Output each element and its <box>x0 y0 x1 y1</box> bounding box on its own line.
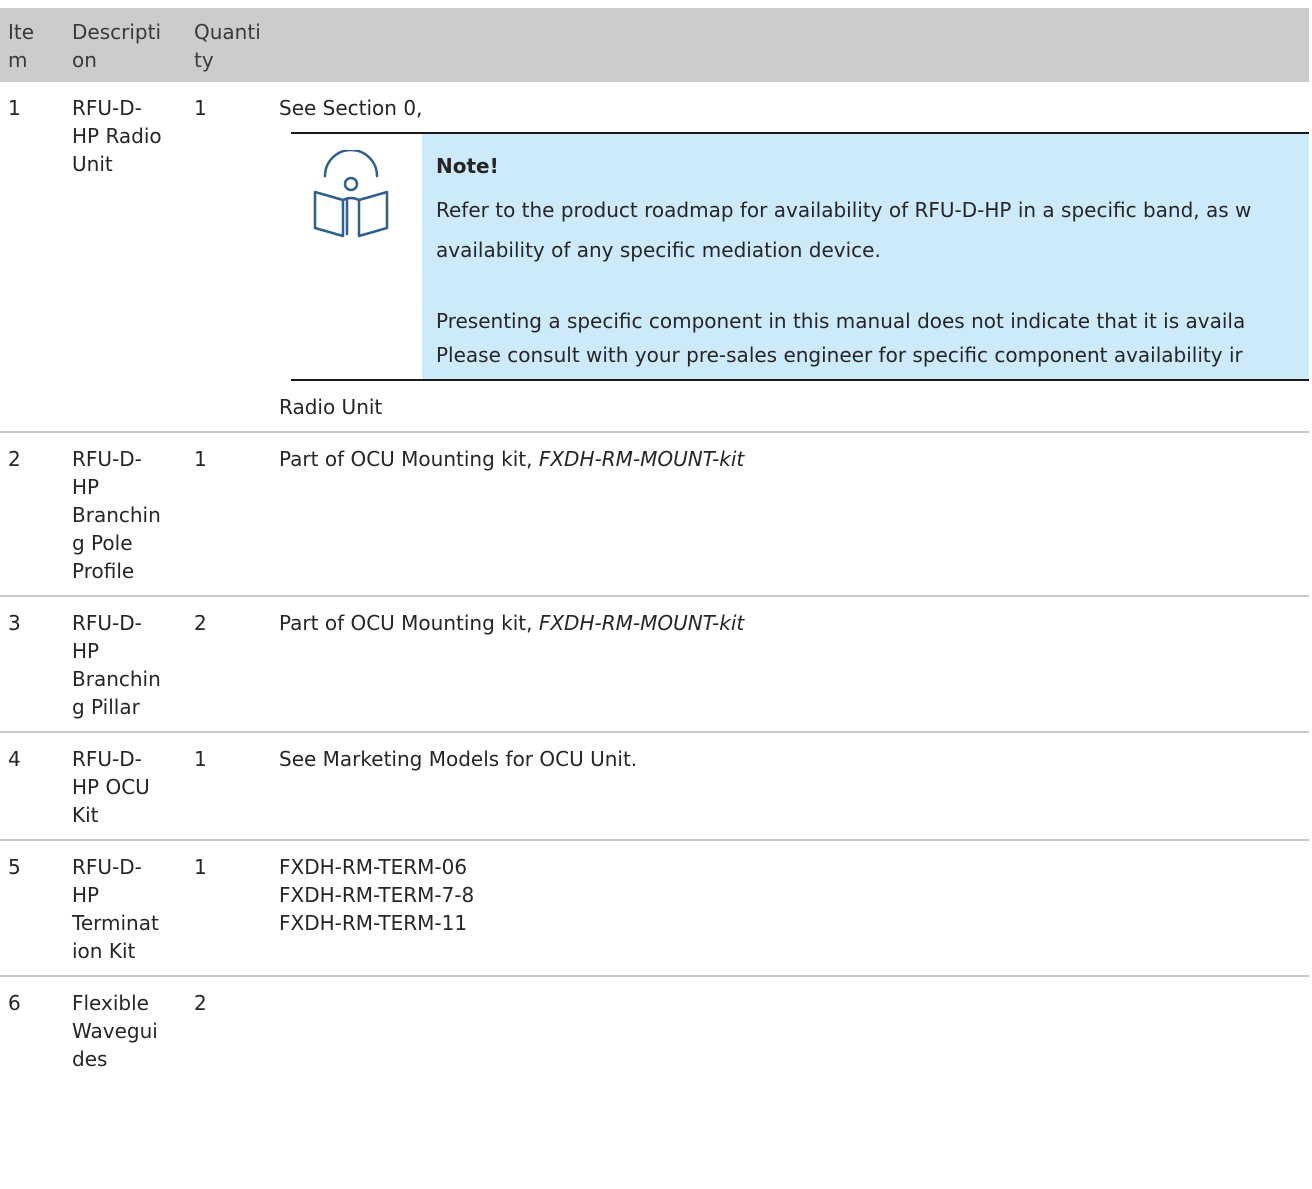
cell-description: RFU-D- HP OCU Kit <box>64 732 186 841</box>
header-item: Ite m <box>0 8 64 82</box>
cell-quantity: 1 <box>186 732 271 841</box>
cell-quantity: 1 <box>186 432 271 597</box>
cell-item: 5 <box>0 840 64 977</box>
kit-code: FXDH-RM-MOUNT-kit <box>538 611 745 635</box>
cell-item: 2 <box>0 432 64 597</box>
cell-details: FXDH-RM-TERM-06 FXDH-RM-TERM-7-8 FXDH-RM… <box>271 840 1309 977</box>
note-paragraph: Refer to the product roadmap for availab… <box>436 198 1252 262</box>
cell-details: See Section 0, Note! Refer to the produc… <box>271 82 1309 433</box>
components-table: Ite m Descripti on Quanti ty 1 RFU-D- HP… <box>0 8 1309 1083</box>
cell-details: Part of OCU Mounting kit, FXDH-RM-MOUNT-… <box>271 596 1309 733</box>
cell-description: RFU-D- HP Branchin g Pillar <box>64 596 186 733</box>
cell-item: 3 <box>0 596 64 733</box>
table-row: 2 RFU-D- HP Branchin g Pole Profile 1 Pa… <box>0 432 1309 597</box>
detail-text: Radio Unit <box>279 395 383 419</box>
cell-details <box>271 976 1309 1083</box>
kit-code: FXDH-RM-MOUNT-kit <box>538 447 745 471</box>
cell-details: Part of OCU Mounting kit, FXDH-RM-MOUNT-… <box>271 432 1309 597</box>
header-quantity: Quanti ty <box>186 8 271 82</box>
detail-text: See Section 0, <box>279 96 423 120</box>
table-row: 1 RFU-D- HP Radio Unit 1 See Section 0, <box>0 82 1309 433</box>
table-row: 4 RFU-D- HP OCU Kit 1 See Marketing Mode… <box>0 732 1309 841</box>
table-header-row: Ite m Descripti on Quanti ty <box>0 8 1309 82</box>
detail-text: Part of OCU Mounting kit, <box>279 611 539 635</box>
open-book-with-disc-icon <box>313 150 389 238</box>
cell-quantity: 2 <box>186 596 271 733</box>
header-details <box>271 8 1309 82</box>
detail-text: Part of OCU Mounting kit, <box>279 447 539 471</box>
cell-description: Flexible Wavegui des <box>72 991 158 1071</box>
cell-description: RFU-D- HP Radio Unit <box>64 82 186 433</box>
note-title: Note! <box>436 154 499 178</box>
header-description: Descripti on <box>64 8 186 82</box>
note-body: Note! Refer to the product roadmap for a… <box>422 134 1309 379</box>
cell-quantity: 2 <box>194 991 207 1015</box>
termination-kit-code: FXDH-RM-TERM-06 <box>279 855 468 879</box>
note-paragraph: Presenting a specific component in this … <box>436 309 1246 367</box>
table-row: 3 RFU-D- HP Branchin g Pillar 2 Part of … <box>0 596 1309 733</box>
termination-kit-code: FXDH-RM-TERM-11 <box>279 911 468 935</box>
cell-quantity: 1 <box>186 840 271 977</box>
cell-item: 4 <box>0 732 64 841</box>
cell-item: 1 <box>0 82 64 433</box>
note-box: Note! Refer to the product roadmap for a… <box>291 132 1309 381</box>
cell-details: See Marketing Models for OCU Unit. <box>271 732 1309 841</box>
table-row: 6 Flexible Wavegui des 2 <box>0 976 1309 1083</box>
cell-description: RFU-D- HP Terminat ion Kit <box>64 840 186 977</box>
cell-quantity: 1 <box>186 82 271 433</box>
table-row: 5 RFU-D- HP Terminat ion Kit 1 FXDH-RM-T… <box>0 840 1309 977</box>
cell-item: 6 <box>8 991 21 1015</box>
termination-kit-code: FXDH-RM-TERM-7-8 <box>279 883 475 907</box>
cell-description: RFU-D- HP Branchin g Pole Profile <box>64 432 186 597</box>
